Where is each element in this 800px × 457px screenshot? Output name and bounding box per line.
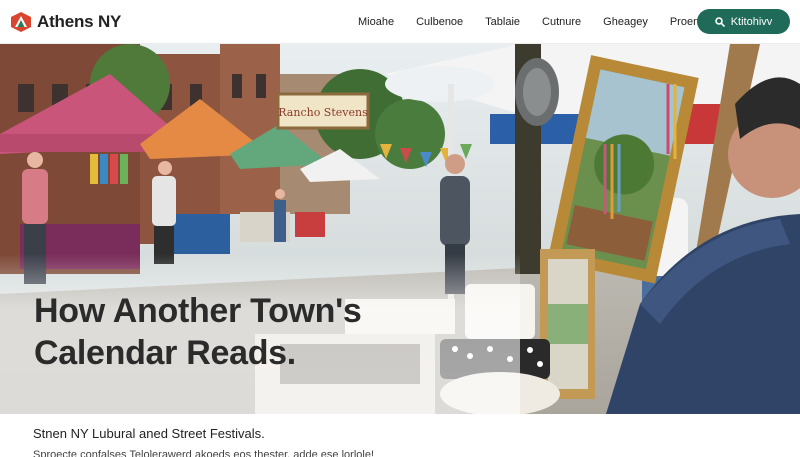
main-nav: Mioahe Culbenoe Tablaie Cutnure Gheagey … — [358, 0, 711, 44]
logo-icon — [11, 11, 31, 32]
search-icon — [714, 16, 725, 27]
article-description: Sproecte confalses Telolerawerd akoeds e… — [33, 449, 375, 457]
cta-label: Ktitohivv — [730, 15, 773, 28]
article-subhead: Stnen NY Lubural aned Street Festivals. — [33, 426, 265, 441]
search-cta-button[interactable]: Ktitohivv — [697, 9, 790, 34]
nav-item-5[interactable]: Gheagey — [603, 16, 648, 28]
market-sign: Rancho Stevens — [278, 106, 368, 119]
hero-banner: Rancho Stevens How Another Town's Calend… — [0, 44, 800, 414]
brand-name: Athens NY — [37, 11, 122, 31]
nav-item-3[interactable]: Tablaie — [485, 16, 520, 28]
nav-item-1[interactable]: Mioahe — [358, 16, 394, 28]
site-header: Athens NY Mioahe Culbenoe Tablaie Cutnur… — [0, 0, 800, 44]
hero-headline: How Another Town's Calendar Reads. — [34, 290, 362, 374]
headline-line-2: Calendar Reads. — [34, 334, 296, 372]
brand-logo[interactable]: Athens NY — [10, 11, 121, 33]
nav-item-4[interactable]: Cutnure — [542, 16, 581, 28]
headline-line-1: How Another Town's — [34, 292, 362, 330]
nav-item-2[interactable]: Culbenoe — [416, 16, 463, 28]
